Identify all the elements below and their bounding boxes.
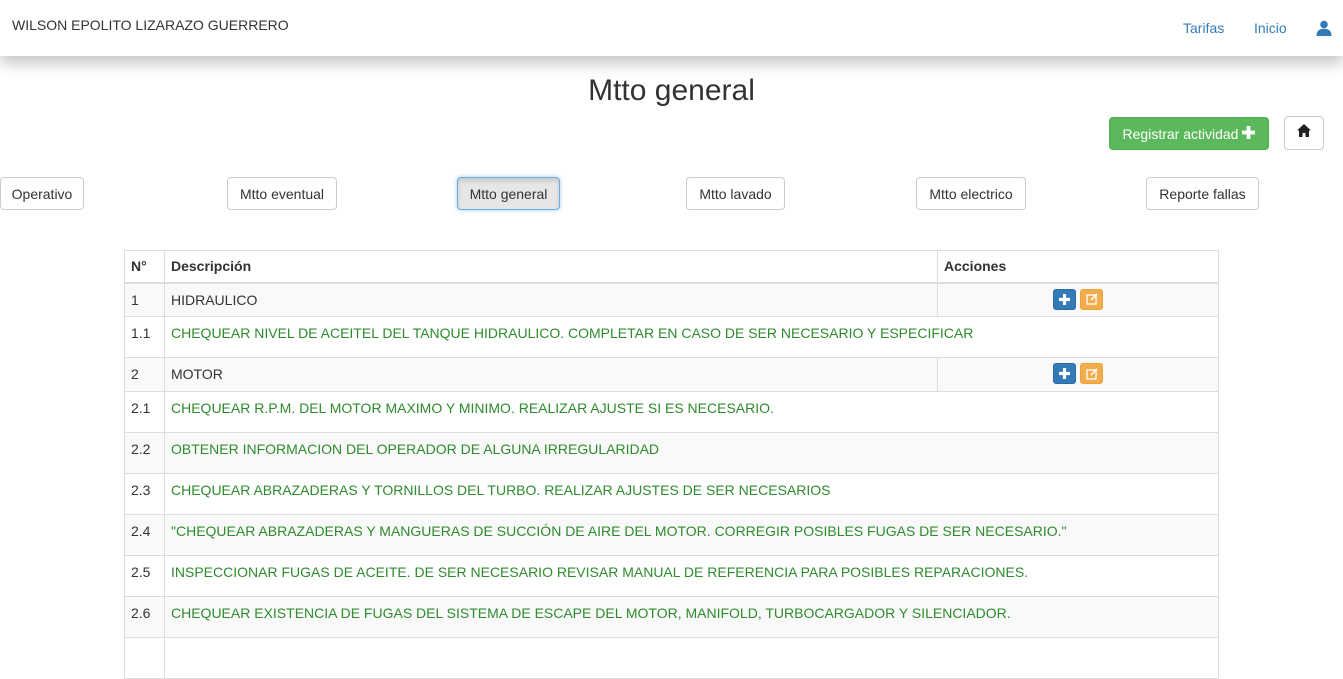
row-description: CHEQUEAR ABRAZADERAS Y TORNILLOS DEL TUR…: [164, 473, 1219, 515]
row-actions: [937, 282, 1219, 317]
activities-table: N° Descripción Acciones 1 HIDRAULICO 1.1…: [124, 250, 1219, 679]
plus-icon: [1059, 293, 1070, 305]
home-icon: [1297, 124, 1311, 142]
edit-button[interactable]: [1080, 363, 1103, 384]
row-actions: [937, 357, 1219, 392]
table-row-item: 2.4 "CHEQUEAR ABRAZADERAS Y MANGUERAS DE…: [124, 514, 1219, 556]
row-description: INSPECCIONAR FUGAS DE ACEITE. DE SER NEC…: [164, 555, 1219, 597]
row-description: CHEQUEAR NIVEL DE ACEITEL DEL TANQUE HID…: [164, 316, 1219, 358]
table-row-category: 2 MOTOR: [124, 357, 1219, 392]
row-description: CHEQUEAR R.P.M. DEL MOTOR MAXIMO Y MINIM…: [164, 391, 1219, 433]
row-number: 2.2: [124, 432, 165, 474]
tab-reporte-fallas[interactable]: Reporte fallas: [1146, 177, 1259, 210]
register-activity-button[interactable]: Registrar actividad: [1109, 117, 1269, 150]
table-header-row: N° Descripción Acciones: [124, 250, 1219, 284]
edit-icon: [1085, 293, 1098, 305]
header-actions: Acciones: [937, 250, 1219, 284]
table-row-item: 2.2 OBTENER INFORMACION DEL OPERADOR DE …: [124, 432, 1219, 474]
nav-link-inicio[interactable]: Inicio: [1254, 20, 1287, 36]
activities-table-container: N° Descripción Acciones 1 HIDRAULICO 1.1…: [124, 250, 1219, 679]
table-row-item: 2.3 CHEQUEAR ABRAZADERAS Y TORNILLOS DEL…: [124, 473, 1219, 515]
add-item-button[interactable]: [1053, 288, 1076, 310]
row-description: CHEQUEAR EXISTENCIA DE FUGAS DEL SISTEMA…: [164, 596, 1219, 638]
top-navbar: WILSON EPOLITO LIZARAZO GUERRERO Tarifas…: [0, 0, 1343, 56]
row-number: 1.1: [124, 316, 165, 358]
table-row-item: [124, 637, 1219, 679]
table-row-item: 1.1 CHEQUEAR NIVEL DE ACEITEL DEL TANQUE…: [124, 316, 1219, 358]
user-icon[interactable]: [1316, 20, 1332, 41]
page-title: Mtto general: [588, 74, 755, 107]
row-description: MOTOR: [164, 357, 938, 392]
row-number: 2.5: [124, 555, 165, 597]
row-number: 2.6: [124, 596, 165, 638]
user-name: WILSON EPOLITO LIZARAZO GUERRERO: [12, 17, 289, 33]
row-number: 2.3: [124, 473, 165, 515]
tab-mtto-lavado[interactable]: Mtto lavado: [686, 177, 785, 210]
add-item-button[interactable]: [1053, 363, 1076, 384]
edit-button[interactable]: [1080, 288, 1103, 310]
table-row-category: 1 HIDRAULICO: [124, 282, 1219, 317]
row-description: [164, 637, 1219, 679]
tab-mtto-electrico[interactable]: Mtto electrico: [916, 177, 1026, 210]
header-description: Descripción: [164, 250, 938, 284]
table-row-item: 2.5 INSPECCIONAR FUGAS DE ACEITE. DE SER…: [124, 555, 1219, 597]
home-button[interactable]: [1284, 116, 1324, 150]
row-description: OBTENER INFORMACION DEL OPERADOR DE ALGU…: [164, 432, 1219, 474]
row-description: HIDRAULICO: [164, 282, 938, 317]
row-description: "CHEQUEAR ABRAZADERAS Y MANGUERAS DE SUC…: [164, 514, 1219, 556]
tab-operativo[interactable]: Operativo: [0, 177, 84, 210]
nav-link-tarifas[interactable]: Tarifas: [1183, 20, 1224, 36]
row-number: 2.1: [124, 391, 165, 433]
row-number: 1: [124, 282, 165, 317]
tab-mtto-general[interactable]: Mtto general: [457, 177, 560, 210]
register-activity-label: Registrar actividad: [1122, 125, 1239, 142]
table-row-item: 2.1 CHEQUEAR R.P.M. DEL MOTOR MAXIMO Y M…: [124, 391, 1219, 433]
edit-icon: [1085, 367, 1098, 380]
row-number: [124, 637, 165, 679]
header-number: N°: [124, 250, 165, 284]
row-number: 2.4: [124, 514, 165, 556]
tab-mtto-eventual[interactable]: Mtto eventual: [227, 177, 337, 210]
plus-icon: [1059, 368, 1070, 379]
row-number: 2: [124, 357, 165, 392]
table-row-item: 2.6 CHEQUEAR EXISTENCIA DE FUGAS DEL SIS…: [124, 596, 1219, 638]
plus-icon: [1242, 125, 1256, 142]
